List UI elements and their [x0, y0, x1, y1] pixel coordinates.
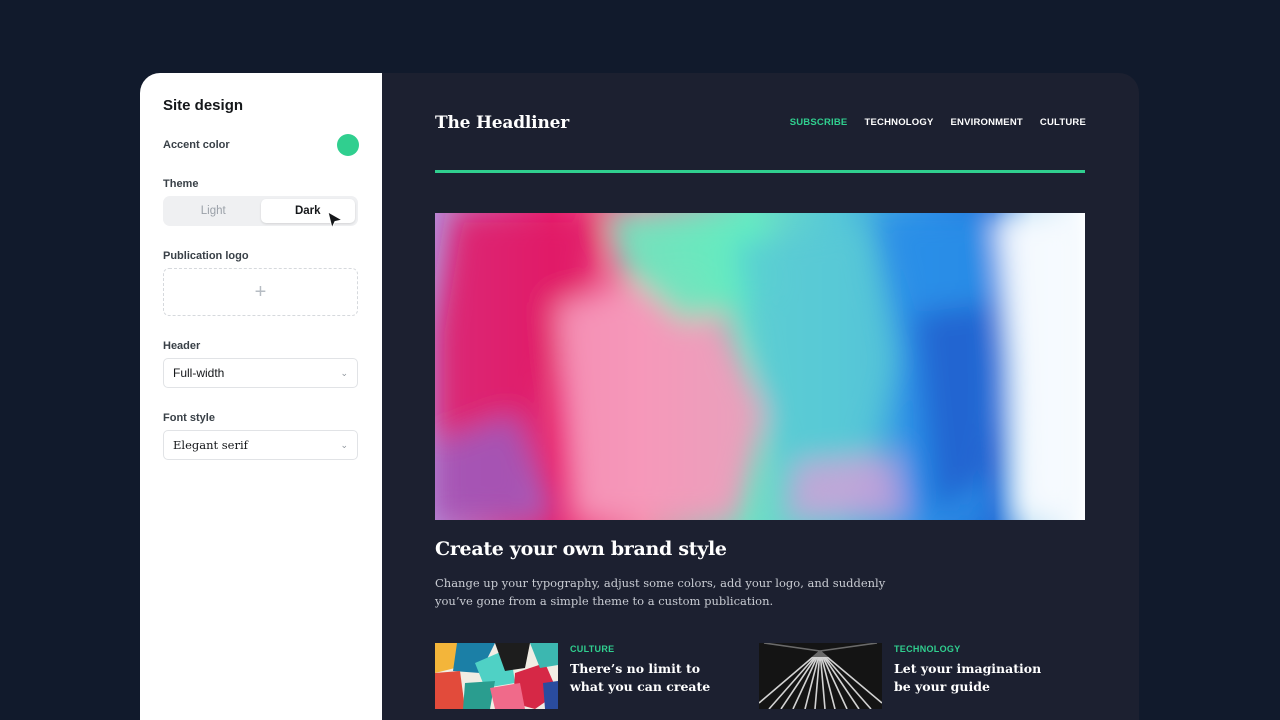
nav-culture[interactable]: CULTURE — [1040, 117, 1086, 128]
header-select[interactable]: Full-width ⌄ — [163, 358, 358, 388]
nav-subscribe[interactable]: SUBSCRIBE — [790, 117, 848, 128]
mouse-pointer-icon — [327, 211, 344, 229]
app-window: Site design Accent color Theme Light Dar… — [140, 73, 1139, 720]
site-header: The Headliner SUBSCRIBE TECHNOLOGY ENVIR… — [435, 73, 1086, 170]
font-style-select[interactable]: Elegant serif ⌄ — [163, 430, 358, 460]
publication-name[interactable]: The Headliner — [435, 113, 569, 133]
post-card[interactable]: CULTURE There’s no limit to what you can… — [435, 643, 759, 709]
publication-logo-label: Publication logo — [163, 250, 249, 262]
accent-color-swatch[interactable] — [337, 134, 359, 156]
site-preview: The Headliner SUBSCRIBE TECHNOLOGY ENVIR… — [382, 73, 1139, 720]
chevron-down-icon: ⌄ — [340, 367, 348, 378]
nav-environment[interactable]: ENVIRONMENT — [951, 117, 1023, 128]
chevron-down-icon: ⌄ — [340, 439, 348, 450]
accent-color-row: Accent color — [163, 134, 359, 156]
font-style-select-value: Elegant serif — [173, 438, 248, 452]
header-select-value: Full-width — [173, 366, 225, 380]
post-card-body: TECHNOLOGY Let your imagination be your … — [882, 643, 1059, 709]
feature-title[interactable]: Create your own brand style — [435, 538, 1086, 560]
theme-light-button[interactable]: Light — [166, 199, 261, 223]
design-sidebar: Site design Accent color Theme Light Dar… — [140, 73, 382, 720]
post-card-title[interactable]: There’s no limit to what you can create — [570, 660, 735, 696]
post-card-image — [435, 643, 558, 709]
accent-divider — [435, 170, 1085, 173]
post-card-image — [759, 643, 882, 709]
feature-excerpt: Change up your typography, adjust some c… — [435, 576, 886, 608]
feature-image[interactable] — [435, 213, 1085, 520]
post-card-title[interactable]: Let your imagination be your guide — [894, 660, 1059, 696]
accent-color-label: Accent color — [163, 139, 230, 151]
theme-label: Theme — [163, 178, 199, 190]
post-card[interactable]: TECHNOLOGY Let your imagination be your … — [759, 643, 1083, 709]
header-label: Header — [163, 340, 201, 352]
post-card-tag[interactable]: TECHNOLOGY — [894, 644, 1059, 654]
plus-icon: + — [254, 281, 267, 303]
post-card-body: CULTURE There’s no limit to what you can… — [558, 643, 735, 709]
logo-upload-dropzone[interactable]: + — [163, 268, 358, 316]
site-nav: SUBSCRIBE TECHNOLOGY ENVIRONMENT CULTURE — [790, 117, 1086, 128]
sidebar-title: Site design — [163, 97, 244, 114]
nav-technology[interactable]: TECHNOLOGY — [864, 117, 933, 128]
post-cards: CULTURE There’s no limit to what you can… — [435, 643, 1086, 709]
font-style-label: Font style — [163, 412, 215, 424]
post-card-tag[interactable]: CULTURE — [570, 644, 735, 654]
